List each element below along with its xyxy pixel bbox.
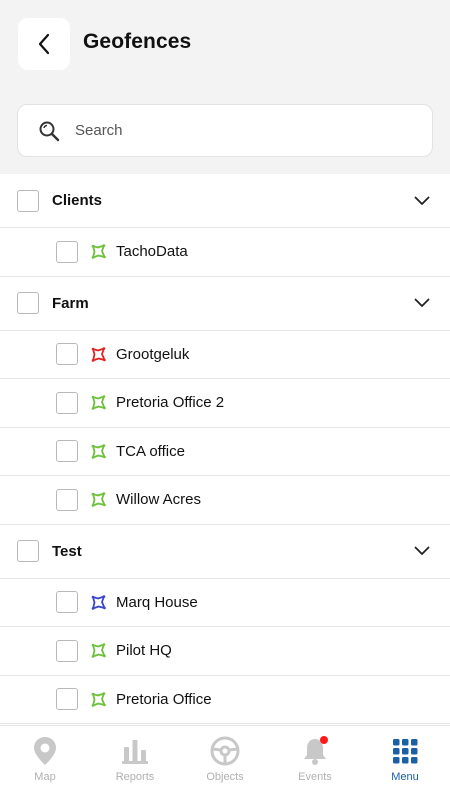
group-checkbox[interactable] (17, 292, 39, 314)
search-icon (38, 120, 60, 142)
group-label: Test (52, 542, 82, 560)
search-input[interactable] (75, 122, 395, 139)
search-bar[interactable] (17, 104, 433, 157)
group-row[interactable]: Farm (0, 277, 450, 331)
bottom-nav: Map Reports Objects Events Menu (0, 725, 450, 800)
geofence-checkbox[interactable] (56, 240, 78, 263)
nav-label: Objects (206, 771, 244, 783)
geofence-checkbox[interactable] (56, 488, 78, 511)
chevron-down-icon[interactable] (414, 298, 430, 308)
geofence-row[interactable]: Willow Acres (0, 476, 450, 525)
group-label: Farm (52, 294, 89, 312)
group-checkbox[interactable] (17, 540, 39, 562)
geofence-polygon-icon (91, 244, 106, 260)
geofence-polygon-icon (91, 691, 106, 707)
geofence-label: Pilot HQ (116, 642, 172, 660)
geofence-polygon-icon (91, 643, 106, 659)
geofence-polygon-icon (91, 492, 106, 508)
geofence-row[interactable]: TCA office (0, 428, 450, 476)
nav-item-reports[interactable]: Reports (90, 726, 180, 800)
geofence-row[interactable]: Pretoria Office 2 (0, 379, 450, 428)
nav-item-objects[interactable]: Objects (180, 726, 270, 800)
chevron-down-icon[interactable] (414, 546, 430, 556)
geofence-label: TachoData (116, 243, 188, 261)
group-row[interactable]: Clients (0, 174, 450, 228)
geofence-label: Pretoria Office 2 (116, 394, 225, 412)
geofence-label: Willow Acres (116, 491, 202, 509)
geofence-checkbox[interactable] (56, 391, 78, 414)
geofence-row[interactable]: Pilot HQ (0, 627, 450, 676)
geofence-row[interactable]: Pretoria Office (0, 676, 450, 724)
nav-label: Menu (391, 771, 419, 783)
geofence-row[interactable]: Marq House (0, 579, 450, 627)
geofence-list[interactable]: Clients TachoData Farm Grootgeluk Pretoria O… (0, 174, 450, 725)
bar-chart-icon (120, 736, 150, 766)
nav-item-menu[interactable]: Menu (360, 726, 450, 800)
geofence-row[interactable]: Grootgeluk (0, 331, 450, 379)
bell-icon (300, 736, 330, 766)
geofence-checkbox[interactable] (56, 639, 78, 662)
header-area: Geofences (0, 0, 450, 174)
geofence-checkbox[interactable] (56, 343, 78, 366)
geofence-label: Marq House (116, 593, 198, 611)
steering-wheel-icon (210, 736, 240, 766)
geofence-row[interactable]: TachoData (0, 228, 450, 277)
geofence-checkbox[interactable] (56, 440, 78, 463)
map-pin-icon (30, 736, 60, 766)
nav-label: Map (34, 771, 56, 783)
nav-label: Reports (115, 771, 155, 783)
nav-item-events[interactable]: Events (270, 726, 360, 800)
chevron-down-icon[interactable] (414, 196, 430, 206)
group-checkbox[interactable] (17, 189, 39, 212)
back-button[interactable] (18, 18, 70, 70)
notification-dot (320, 736, 328, 744)
geofence-polygon-icon (91, 443, 106, 459)
geofence-label: Pretoria Office (116, 690, 212, 708)
chevron-left-icon (38, 33, 50, 55)
geofence-checkbox[interactable] (56, 591, 78, 614)
page-title: Geofences (83, 30, 192, 53)
geofence-checkbox[interactable] (56, 688, 78, 711)
nav-item-map[interactable]: Map (0, 726, 90, 800)
nav-label: Events (298, 771, 332, 783)
geofence-polygon-icon (91, 594, 106, 610)
grid-icon (390, 736, 420, 766)
geofence-label: Grootgeluk (116, 345, 190, 363)
geofence-polygon-icon (91, 395, 106, 411)
group-row[interactable]: Test (0, 525, 450, 579)
group-label: Clients (52, 192, 103, 209)
geofence-polygon-icon (91, 346, 106, 362)
geofence-label: TCA office (116, 442, 185, 460)
